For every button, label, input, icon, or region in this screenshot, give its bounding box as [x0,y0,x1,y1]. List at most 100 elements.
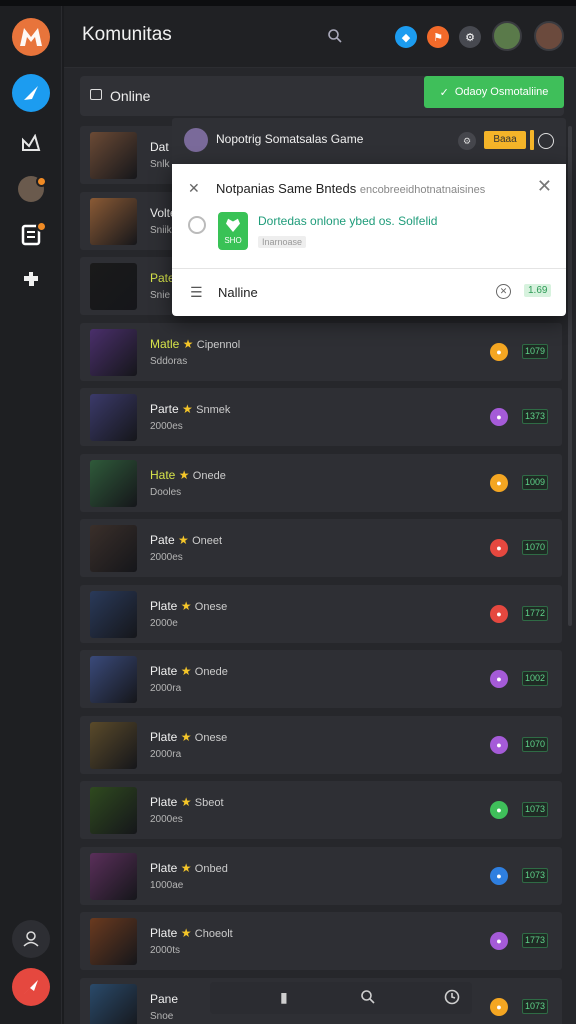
status-icon[interactable]: ● [490,866,508,885]
star-icon: ★ [177,598,195,613]
puzzle-icon[interactable] [16,264,46,294]
compass-icon[interactable] [12,74,50,112]
status-badge[interactable]: Baaa [484,131,526,149]
popup-description: Dortedas onlone ybed os. Solfelid [258,214,438,228]
trash-icon[interactable]: ▮ [280,989,288,1006]
online-label: Online [110,88,151,104]
user-profile-icon[interactable] [12,920,50,958]
member-count: 1773 [521,933,548,948]
status-icon[interactable]: ● [490,408,508,426]
search-icon[interactable] [360,989,376,1008]
item-title: Plate [150,860,178,875]
item-extra: Onese [194,731,228,744]
item-subtitle: 1000ae [150,879,184,891]
game-thumbnail [90,721,137,769]
list-item[interactable]: Plate ★ Choeolt 2000ts ● 1773 [80,912,562,970]
list-item[interactable]: Plate ★ Onede 2000ra ● 1002 [80,650,562,708]
item-subtitle: 2000es [150,421,183,432]
mute-icon[interactable]: ✕ [188,180,200,197]
list-item[interactable]: Plate ★ Onese 2000ra ● 1070 [80,715,562,774]
status-icon[interactable]: ● [490,539,508,557]
select-radio[interactable] [188,216,206,234]
item-subtitle: 2000es [150,814,183,825]
popup-count: 1.69 [524,284,552,297]
item-subtitle: 2000e [150,617,178,629]
avatar[interactable] [534,21,564,51]
list-item[interactable]: Matle ★ Cipennol Sddoras ● 1079 [80,322,562,381]
avatar[interactable] [492,21,522,51]
app-logo-icon[interactable] [12,18,50,56]
clock-icon[interactable] [444,989,460,1008]
status-icon[interactable]: ● [490,670,508,688]
header: Komunitas ◆ ⚑ ⚙ [64,6,576,68]
menu-icon[interactable]: ☰ [190,284,203,301]
avatar [184,128,208,152]
chart-icon[interactable] [16,128,46,158]
status-icon[interactable]: ● [490,997,508,1016]
app-icon-label: SHO [224,236,242,245]
item-title: Plate [150,729,178,744]
item-extra: Choeolt [194,928,233,940]
app-window: Komunitas ◆ ⚑ ⚙ Online ✓ Odaoy Osmotalii… [0,0,576,1024]
item-title: Plate [150,664,178,678]
status-icon[interactable]: ● [490,342,508,361]
member-count: 1373 [521,409,548,424]
item-name: Plate ★ Sbeot [150,795,224,809]
notification-dot-blue[interactable]: ◆ [395,26,417,48]
online-action-button[interactable]: ✓ Odaoy Osmotaliine [424,76,564,108]
game-thumbnail [90,590,137,638]
popup-title: Notpanias Same Bnteds encobreeidhotnatna… [216,181,485,196]
member-count: 1070 [521,736,548,752]
status-icon[interactable]: ● [490,735,508,754]
item-title: Pane [150,991,179,1006]
scrollbar[interactable] [568,126,572,626]
friend-avatar-icon[interactable] [16,174,47,204]
game-thumbnail [90,132,137,179]
item-name: Plate ★ Onese [150,730,227,744]
list-item[interactable]: Plate ★ Sbeot 2000es ● 1073 [80,781,562,839]
folder-icon [90,89,102,100]
item-subtitle: 2000ra [150,683,182,694]
list-item[interactable]: Plate ★ Onbed 1000ae ● 1073 [80,846,562,905]
clear-icon[interactable]: ✕ [496,284,511,299]
list-item[interactable]: Plate ★ Onese 2000e ● 1772 [80,584,562,643]
item-name: Matle ★ Cipennol [150,337,240,351]
notification-dot-gray[interactable]: ⚙ [459,26,481,48]
star-icon: ★ [174,533,193,547]
document-icon[interactable] [16,220,47,250]
item-name: Pate [150,271,175,285]
search-icon[interactable] [327,28,345,46]
status-icon[interactable]: ● [490,801,508,819]
game-thumbnail [90,983,137,1024]
divider [172,268,566,269]
game-thumbnail [90,197,137,245]
item-extra: Onede [194,666,228,678]
item-subtitle: Snlk [150,159,170,170]
close-icon[interactable]: ✕ [537,176,552,197]
popup-title-light: encobreeidhotnatnaisines [359,184,486,196]
bottom-action-icon[interactable] [12,968,50,1006]
list-item[interactable]: Hate ★ Onede Dooles ● 1009 [80,453,562,512]
popup-online-label[interactable]: Nalline [218,285,258,300]
refresh-icon[interactable] [538,133,554,149]
game-thumbnail [90,525,137,572]
unread-badge [36,176,47,187]
notification-dot-orange[interactable]: ⚑ [427,26,449,48]
app-icon: SHO [218,212,248,250]
item-subtitle: Sddoras [150,355,188,367]
item-extra: Onese [194,600,228,613]
list-item[interactable]: Pate ★ Oneet 2000es ● 1070 [80,519,562,577]
status-icon[interactable]: ● [490,604,508,623]
status-icon[interactable]: ● [490,932,508,950]
notification-header-title: Nopotrig Somatsalas Game [216,132,364,146]
member-count: 1073 [521,802,548,817]
settings-icon[interactable]: ⚙ [458,132,476,150]
star-icon: ★ [177,729,195,744]
item-extra: Cipennol [196,338,241,351]
status-icon[interactable]: ● [490,473,508,492]
member-count: 1070 [521,540,548,555]
item-title: Hate [150,467,176,482]
game-thumbnail [90,328,137,376]
online-action-label: Odaoy Osmotaliine [454,86,549,98]
list-item[interactable]: Parte ★ Snmek 2000es ● 1373 [80,388,562,446]
